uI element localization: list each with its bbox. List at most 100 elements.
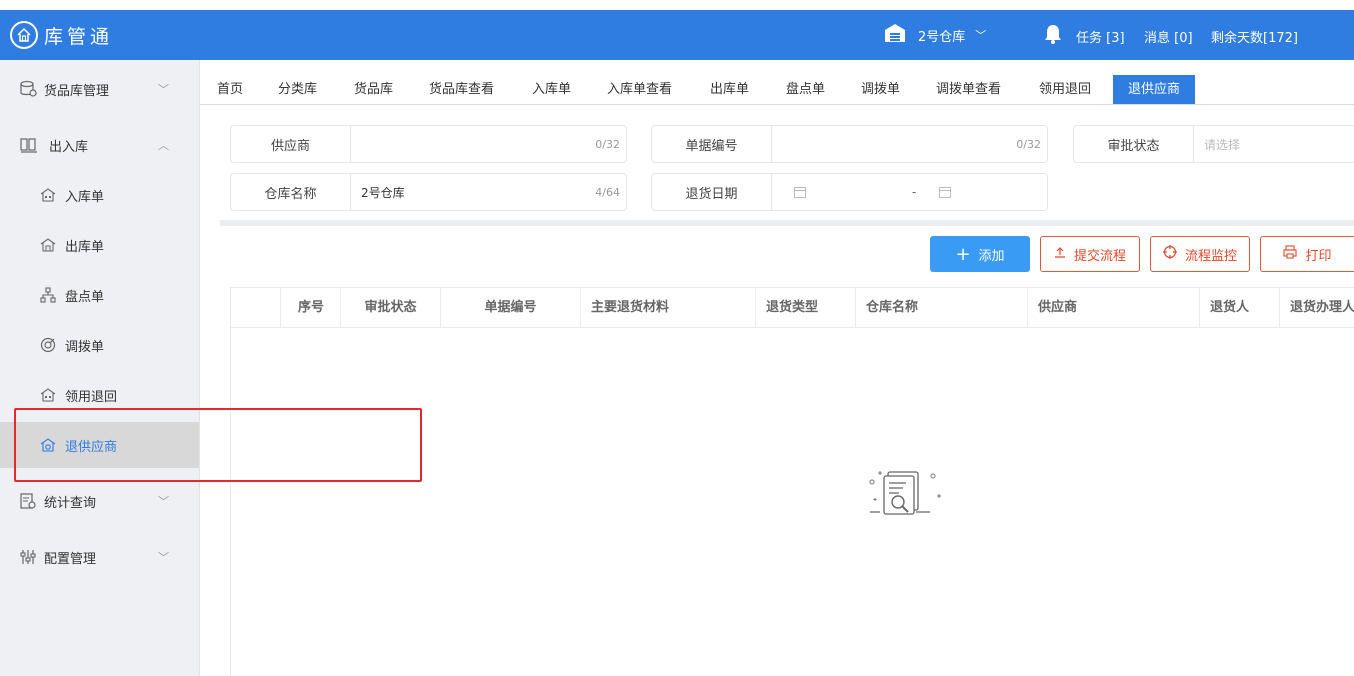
sidebar-item-inventory[interactable]: 盘点单 [0,272,199,318]
chevron-down-icon: ﹀ [158,551,169,564]
stats-icon [20,493,36,509]
tab-category[interactable]: 分类库 [278,75,317,104]
tab-home[interactable]: 首页 [217,75,243,104]
tab-transfer[interactable]: 调拨单 [861,75,900,104]
sidebar-item-label: 调拨单 [65,339,105,355]
supplier-input[interactable]: 0/32 [351,126,626,162]
logo-house-icon [10,21,38,49]
sidebar-item-outbound[interactable]: 出库单 [0,222,199,268]
sidebar-group-in-out[interactable]: 出入库 ︿ [0,127,199,163]
doc-no-count: 0/32 [1016,137,1041,151]
tab-outbound[interactable]: 出库单 [710,75,749,104]
add-button[interactable]: + 添加 [930,236,1030,272]
supplier-count: 0/32 [595,137,620,151]
tab-supplier-return[interactable]: 退供应商 [1113,75,1196,104]
warehouse-field: 仓库名称 2号仓库 4/64 [230,173,627,211]
messages-link[interactable]: 消息 [0] [1144,27,1193,46]
doc-no-label: 单据编号 [652,126,772,162]
chevron-down-icon: ﹀ [158,83,169,96]
tab-goods-view[interactable]: 货品库查看 [429,75,494,104]
tab-inbound[interactable]: 入库单 [532,75,571,104]
chevron-up-icon: ︿ [158,139,169,152]
approval-label: 审批状态 [1074,126,1194,162]
target-icon [1162,245,1177,263]
tab-inbound-view[interactable]: 入库单查看 [607,75,672,104]
config-icon [20,550,36,564]
column-header[interactable]: 仓库名称 [856,288,1028,328]
tasks-link[interactable]: 任务 [3] [1076,27,1125,46]
warehouse-name: 2号仓库 [918,29,966,45]
sidebar-item-label: 领用退回 [65,389,118,405]
tab-transfer-view[interactable]: 调拨单查看 [936,75,1001,104]
goods-db-icon [20,80,37,97]
warehouse-in-icon [40,188,56,202]
highlight-box [14,408,422,482]
monitor-flow-button[interactable]: 流程监控 [1150,236,1250,272]
sidebar-item-inbound[interactable]: 入库单 [0,172,199,218]
approval-select[interactable]: 请选择 [1194,126,1354,162]
return-date-label: 退货日期 [652,174,772,210]
return-icon [40,388,56,402]
monitor-flow-label: 流程监控 [1184,248,1237,264]
sidebar-item-label: 入库单 [65,189,105,205]
sidebar-item-transfer[interactable]: 调拨单 [0,322,199,368]
tab-return[interactable]: 领用退回 [1039,75,1091,104]
chevron-down-icon: ﹀ [975,29,987,42]
approval-placeholder: 请选择 [1204,137,1241,152]
date-separator: - [912,185,917,199]
table-header: 序号 审批状态 单据编号 主要退货材料 退货类型 仓库名称 供应商 退货人 退货… [231,288,1354,328]
in-out-icon [20,138,37,153]
column-header[interactable]: 审批状态 [341,288,441,328]
sidebar-group-label: 出入库 [49,139,89,155]
add-button-label: 添加 [978,248,1005,264]
column-header[interactable]: 退货办理人 [1280,288,1354,328]
tab-goods[interactable]: 货品库 [354,75,393,104]
sidebar-group-config[interactable]: 配置管理 ﹀ [0,539,199,575]
calendar-icon[interactable] [794,187,806,198]
printer-icon [1283,245,1298,263]
doc-no-field: 单据编号 0/32 [651,125,1048,163]
sidebar-group-stats[interactable]: 统计查询 ﹀ [0,483,199,519]
sidebar-group-label: 配置管理 [44,551,97,567]
upload-icon [1054,246,1066,262]
doc-no-input[interactable]: 0/32 [772,126,1047,162]
days-left: 剩余天数[172] [1211,31,1298,46]
return-date-field: 退货日期 - [651,173,1048,211]
top-bar: 库管通 2号仓库 ﹀ 任务 [3] 消息 [0] 剩余天数[172] [0,10,1354,60]
submit-flow-label: 提交流程 [1073,248,1126,264]
warehouse-out-icon [40,238,56,252]
sidebar-item-label: 出库单 [65,239,105,255]
plus-icon: + [955,243,971,265]
tab-bar: 首页 分类库 货品库 货品库查看 入库单 入库单查看 出库单 盘点单 调拨单 调… [200,75,1354,105]
column-header[interactable]: 退货人 [1200,288,1280,328]
warehouse-count: 4/64 [595,185,620,199]
sidebar-item-label: 盘点单 [65,289,105,305]
column-header[interactable]: 主要退货材料 [581,288,756,328]
sidebar-group-goods[interactable]: 货品库管理 ﹀ [0,71,199,107]
column-header-checkbox[interactable] [231,288,281,328]
print-label: 打印 [1305,248,1332,264]
warehouse-value: 2号仓库 [361,185,405,200]
column-header[interactable]: 单据编号 [441,288,581,328]
empty-data-icon [869,471,941,515]
bell-icon[interactable] [1043,23,1063,49]
warehouse-selector[interactable]: 2号仓库 ﹀ [884,23,986,47]
warehouse-label: 仓库名称 [231,174,351,210]
approval-field: 审批状态 请选择 [1073,125,1354,163]
supplier-label: 供应商 [231,126,351,162]
column-header[interactable]: 退货类型 [756,288,856,328]
return-date-range[interactable]: - [772,174,1047,210]
column-header[interactable]: 序号 [281,288,341,328]
chevron-down-icon: ﹀ [158,495,169,508]
app-title: 库管通 [44,25,114,48]
submit-flow-button[interactable]: 提交流程 [1040,236,1140,272]
sidebar-group-label: 统计查询 [44,495,97,511]
warehouse-input[interactable]: 2号仓库 4/64 [351,174,626,210]
supplier-field: 供应商 0/32 [230,125,627,163]
tab-inventory[interactable]: 盘点单 [786,75,825,104]
inventory-icon [40,287,56,303]
calendar-icon[interactable] [939,187,951,198]
warehouse-icon [884,23,906,47]
print-button[interactable]: 打印 [1260,236,1354,272]
column-header[interactable]: 供应商 [1028,288,1200,328]
